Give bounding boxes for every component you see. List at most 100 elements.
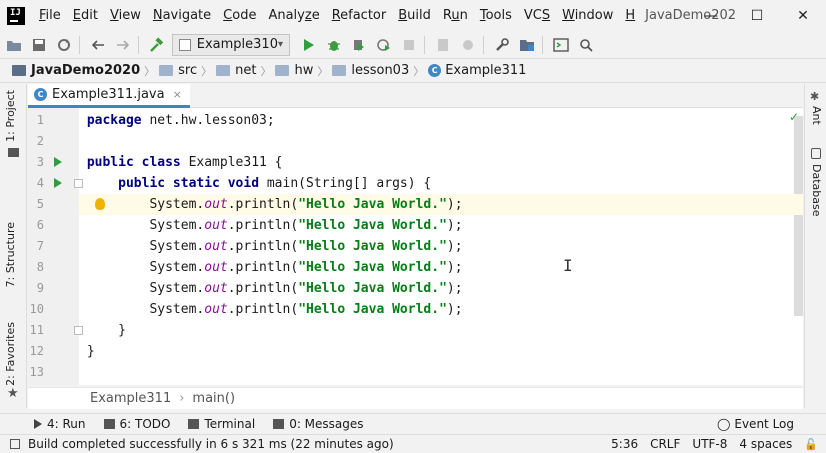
menu-mnemonic: u (451, 8, 460, 23)
tab-favorites[interactable]: 2: Favorites (4, 322, 17, 386)
breadcrumb-label: hw (294, 63, 314, 78)
code-line-6: System.out.println("Hello Java World."); (149, 218, 463, 233)
code-line-12: } (86, 344, 95, 359)
menu-item-5[interactable]: Analyze (262, 0, 325, 31)
breadcrumb-src[interactable]: src (159, 63, 197, 78)
run-with-coverage-icon[interactable] (348, 34, 370, 56)
code-line-5: System.out.println("Hello Java World."); (79, 194, 803, 215)
menu-item-4[interactable]: Code (217, 0, 262, 31)
breadcrumb-file[interactable]: C Example311 (428, 63, 526, 78)
status-widgets: 5:36 CRLF UTF-8 4 spaces 🔓 (611, 437, 826, 451)
attach-debugger-icon[interactable] (432, 34, 454, 56)
maximize-button[interactable]: ☐ (734, 0, 780, 31)
line-separator[interactable]: CRLF (650, 437, 680, 451)
menu-item-8[interactable]: Run (437, 0, 474, 31)
run-configuration-select[interactable]: Example310 ▾ (172, 33, 290, 56)
tab-todo-label: 6: TODO (119, 417, 171, 431)
tab-messages-label: 0: Messages (289, 417, 364, 431)
project-folder-icon (8, 148, 19, 157)
menu-item-7[interactable]: Build (392, 0, 437, 31)
debug-bug-icon[interactable] (323, 34, 345, 56)
messages-icon (273, 419, 285, 429)
close-tab-icon[interactable]: × (173, 88, 182, 101)
code-line-11: } (118, 323, 126, 338)
sync-icon[interactable] (53, 34, 75, 56)
event-log-button[interactable]: ◯ Event Log (717, 417, 794, 431)
build-hammer-icon[interactable] (146, 34, 168, 56)
menu-item-9[interactable]: Tools (474, 0, 518, 31)
status-bar: Build completed successfully in 6 s 321 … (0, 434, 826, 453)
update-running-app-icon[interactable] (457, 34, 479, 56)
code-editor[interactable]: ✓ package net.hw.lesson03; public class … (28, 108, 803, 385)
terminal-window-icon[interactable] (550, 34, 572, 56)
run-configuration-label: Example310 (196, 37, 278, 52)
main-toolbar: Example310 ▾ (0, 31, 826, 59)
open-folder-icon[interactable] (3, 34, 25, 56)
code-area[interactable]: package net.hw.lesson03; public class Ex… (79, 108, 803, 385)
forward-arrow-icon[interactable] (112, 34, 134, 56)
status-toggle-icon (10, 439, 20, 449)
breadcrumb-label: lesson03 (351, 63, 410, 78)
menu-item-6[interactable]: Refactor (326, 0, 393, 31)
menu-mnemonic: W (562, 8, 575, 23)
ant-icon: ✱ (810, 90, 820, 103)
fold-icon[interactable] (74, 326, 83, 335)
tab-terminal[interactable]: Terminal (188, 417, 255, 431)
line-number: 8 (36, 260, 44, 274)
breadcrumb-hw[interactable]: hw (275, 63, 313, 78)
breadcrumb-separator-icon: 〉 (201, 64, 213, 78)
menu-item-1[interactable]: Edit (67, 0, 104, 31)
fold-icon[interactable] (74, 179, 83, 188)
settings-wrench-icon[interactable] (491, 34, 513, 56)
menu-item-3[interactable]: Navigate (147, 0, 217, 31)
folder-icon (216, 65, 231, 76)
menu-item-10[interactable]: VCS (518, 0, 556, 31)
breadcrumb-net[interactable]: net (216, 63, 256, 78)
tab-run[interactable]: 4: Run (34, 417, 86, 431)
profile-icon[interactable] (373, 34, 395, 56)
menu-mnemonic: z (304, 8, 312, 23)
lock-icon[interactable]: 🔓 (804, 438, 818, 451)
breadcrumb-lesson03[interactable]: lesson03 (332, 63, 409, 78)
tab-project[interactable]: 1: Project (4, 90, 17, 142)
menu-item-2[interactable]: View (104, 0, 147, 31)
event-log-icon: ◯ (716, 417, 731, 431)
menu-mnemonic: B (398, 8, 408, 23)
intention-bulb-icon[interactable] (95, 198, 105, 210)
save-icon[interactable] (28, 34, 50, 56)
editor-tab-label: Example311.java (52, 87, 165, 102)
tab-ant[interactable]: Ant (810, 106, 823, 125)
editor-tab-example311[interactable]: C Example311.java × (28, 84, 190, 108)
config-icon (179, 38, 191, 51)
caret-position[interactable]: 5:36 (611, 437, 638, 451)
run-icon[interactable] (298, 34, 320, 56)
editor-tab-bar: C Example311.java × (28, 84, 803, 108)
tab-run-label: 4: Run (47, 417, 86, 431)
tab-structure[interactable]: 7: Structure (4, 222, 17, 287)
stop-icon[interactable] (398, 34, 420, 56)
tab-messages[interactable]: 0: Messages (273, 417, 364, 431)
back-arrow-icon[interactable] (87, 34, 109, 56)
minimize-button[interactable]: — (688, 0, 734, 31)
line-number: 6 (36, 218, 44, 232)
project-structure-icon[interactable] (516, 34, 538, 56)
search-icon[interactable] (575, 34, 597, 56)
editor-breadcrumb-class[interactable]: Example311 (90, 391, 171, 406)
gutter-run-icon[interactable] (54, 178, 62, 188)
file-encoding[interactable]: UTF-8 (692, 437, 727, 451)
gutter-run-icon[interactable] (54, 157, 62, 167)
status-message[interactable]: Build completed successfully in 6 s 321 … (10, 437, 394, 451)
text-cursor-icon: I (563, 256, 573, 275)
tab-database[interactable]: Database (810, 164, 823, 217)
breadcrumb-project[interactable]: JavaDemo2020 (12, 63, 140, 78)
menu-item-0[interactable]: File (33, 0, 67, 31)
tab-todo[interactable]: 6: TODO (103, 417, 171, 431)
menu-text: n (459, 8, 468, 23)
indent-setting[interactable]: 4 spaces (739, 437, 792, 451)
menu-item-11[interactable]: Window (556, 0, 619, 31)
toolbar-separator (79, 35, 80, 54)
close-button[interactable]: ✕ (780, 0, 826, 31)
line-number: 11 (29, 323, 44, 337)
editor-breadcrumb-method[interactable]: main() (192, 391, 235, 406)
menu-item-12[interactable]: H (619, 0, 641, 31)
